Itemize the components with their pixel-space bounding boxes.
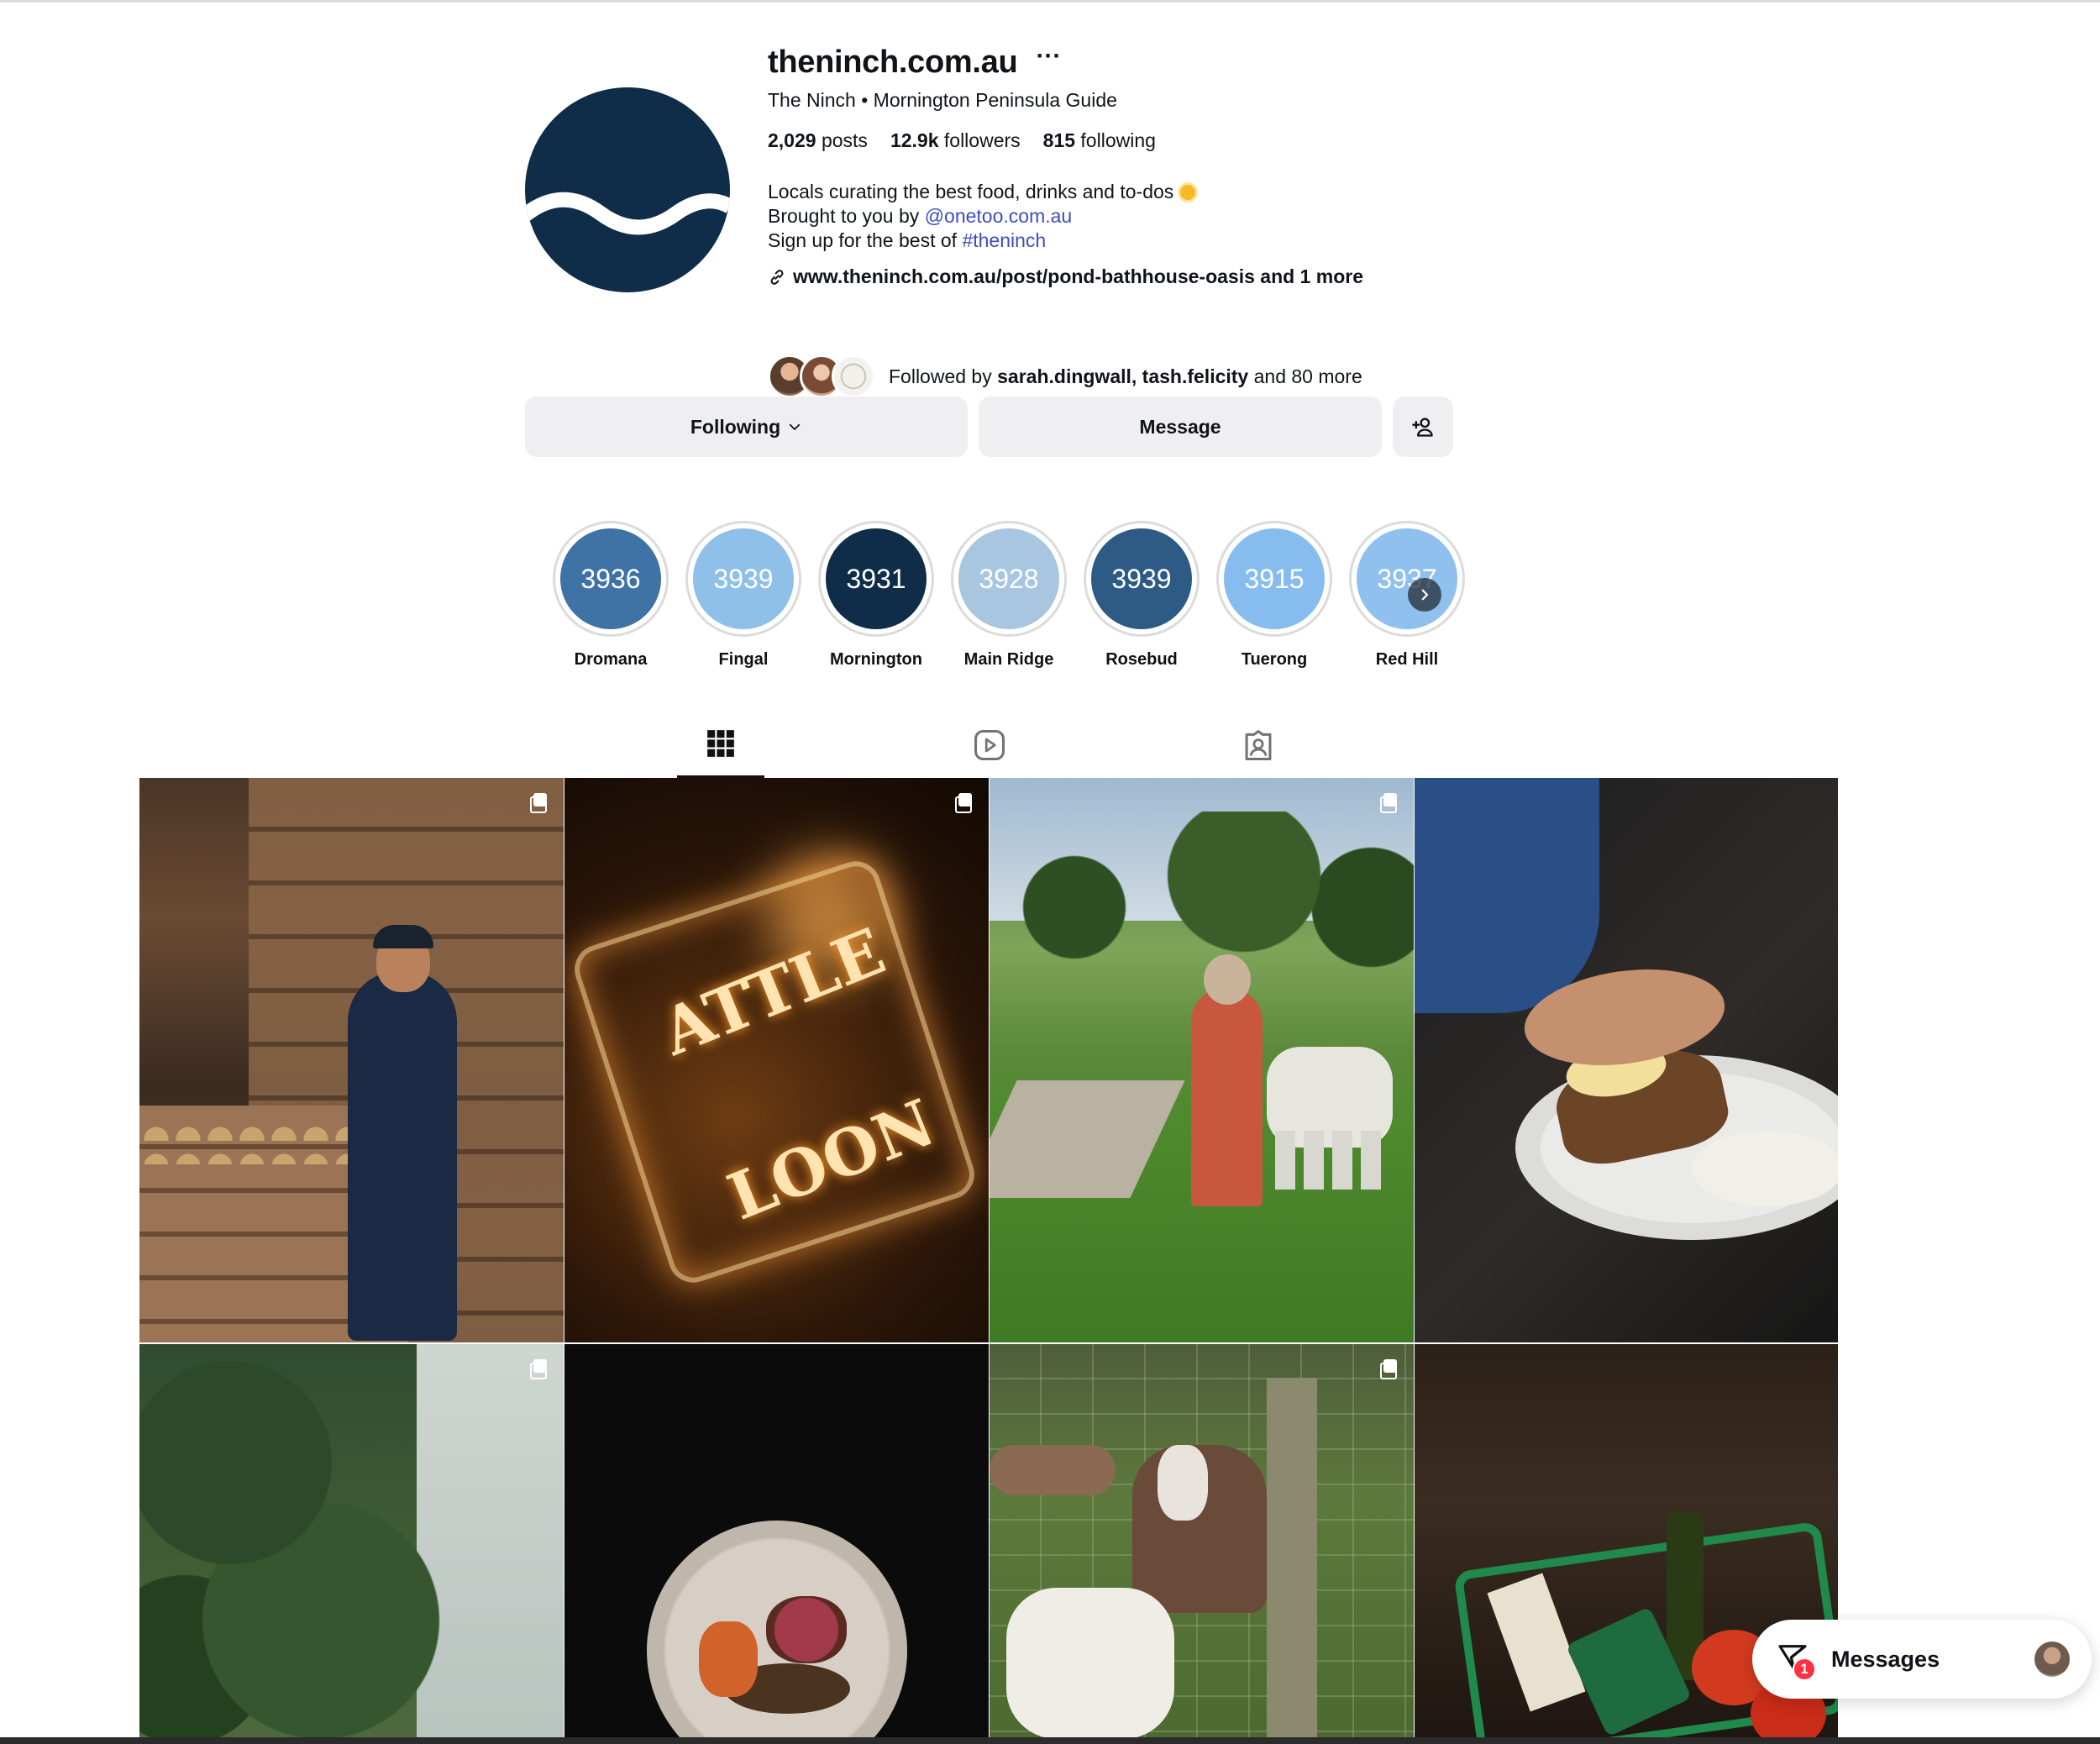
bio-line-3: Sign up for the best of [768, 229, 963, 251]
highlight-cover: 3939 [693, 528, 794, 629]
posts-grid: ATTLE LOON [139, 778, 1838, 1737]
window-top-border [0, 0, 2100, 3]
sun-emoji-icon [1180, 185, 1196, 200]
post-tile[interactable] [1415, 778, 1838, 1342]
link-icon [770, 269, 784, 285]
highlight-ring: 3937 [1349, 521, 1465, 637]
highlight-label: Tuerong [1241, 650, 1308, 669]
highlight-cover: 3931 [826, 528, 927, 629]
highlight-dromana[interactable]: 3936 Dromana [544, 521, 677, 670]
posts-count[interactable]: 2,029 posts [768, 129, 868, 152]
highlight-label: Fingal [718, 650, 769, 669]
highlight-mornington[interactable]: 3931 Mornington [810, 521, 942, 670]
window-bottom-edge [0, 1737, 2100, 1744]
highlight-ring: 3915 [1216, 521, 1332, 637]
highlight-cover: 3939 [1091, 528, 1192, 629]
username-row: theninch.com.au ··· [768, 42, 1524, 82]
suggest-user-button[interactable] [1393, 397, 1453, 457]
highlight-ring: 3936 [553, 521, 669, 637]
bio-line-2: Brought to you by [768, 205, 925, 227]
highlight-label: Mornington [830, 650, 922, 669]
carousel-icon [530, 793, 549, 813]
following-count[interactable]: 815 following [1043, 129, 1156, 152]
highlight-ring: 3928 [951, 521, 1067, 637]
highlight-cover: 3928 [958, 528, 1059, 629]
grid-icon [707, 730, 734, 757]
post-tile[interactable] [139, 1344, 564, 1737]
messages-button[interactable]: 1 Messages [1752, 1620, 2092, 1699]
reels-icon [974, 730, 1005, 760]
tab-posts[interactable] [677, 721, 764, 778]
message-button-label: Message [1139, 415, 1221, 438]
chevron-down-icon [790, 423, 801, 430]
highlight-rosebud[interactable]: 3939 Rosebud [1075, 521, 1208, 670]
following-button-label: Following [690, 415, 781, 438]
highlight-fingal[interactable]: 3939 Fingal [677, 521, 810, 670]
profile-full-name: The Ninch • Mornington Peninsula Guide [768, 89, 1117, 111]
carousel-icon [955, 793, 974, 813]
followed-by[interactable]: Followed by sarah.dingwall, tash.felicit… [768, 355, 1362, 398]
profile-avatar[interactable] [525, 87, 730, 292]
messenger-icon: 1 [1776, 1641, 1816, 1681]
add-user-icon [1412, 418, 1433, 437]
chevron-right-icon [1421, 589, 1429, 601]
bio-line-1: Locals curating the best food, drinks an… [768, 181, 1174, 202]
messages-label: Messages [1831, 1646, 1940, 1672]
follower-avatar [832, 355, 875, 398]
profile-bio: Locals curating the best food, drinks an… [768, 180, 1196, 253]
profile-username: theninch.com.au [768, 44, 1018, 80]
carousel-icon [530, 1359, 549, 1379]
highlight-label: Main Ridge [963, 650, 1054, 669]
tagged-icon [1245, 730, 1272, 760]
bio-hashtag-link[interactable]: #theninch [962, 229, 1046, 251]
post-tile[interactable] [564, 1344, 989, 1737]
highlight-label: Rosebud [1105, 650, 1178, 669]
post-tile[interactable] [990, 778, 1414, 1342]
wave-logo-icon [525, 192, 730, 235]
avatar [2034, 1642, 2070, 1677]
highlight-main-ridge[interactable]: 3928 Main Ridge [942, 521, 1075, 670]
profile-info: theninch.com.au ··· The Ninch • Morningt… [768, 42, 1524, 398]
profile-website-link[interactable]: www.theninch.com.au/post/pond-bathhouse-… [768, 265, 1363, 288]
highlight-label: Red Hill [1375, 650, 1439, 669]
website-link-text: www.theninch.com.au/post/pond-bathhouse-… [793, 265, 1363, 287]
carousel-icon [1380, 793, 1399, 813]
following-button[interactable]: Following [525, 397, 968, 457]
highlight-cover: 3937 [1357, 528, 1457, 629]
followed-by-text: Followed by sarah.dingwall, tash.felicit… [889, 365, 1362, 387]
unread-badge: 1 [1793, 1657, 1816, 1681]
highlight-red-hill[interactable]: 3937 Red Hill [1341, 521, 1473, 670]
carousel-icon [1380, 1359, 1399, 1379]
story-highlights: 3936 Dromana 3939 Fingal 3931 Mornington… [544, 521, 1473, 670]
more-options-icon[interactable]: ··· [1036, 44, 1061, 76]
message-button[interactable]: Message [979, 397, 1382, 457]
post-tile[interactable] [139, 778, 564, 1342]
post-tile[interactable]: ATTLE LOON [564, 778, 989, 1342]
highlights-next-button[interactable] [1408, 578, 1441, 612]
highlight-label: Dromana [574, 650, 648, 669]
post-tile[interactable] [990, 1344, 1414, 1737]
followers-count[interactable]: 12.9k followers [890, 129, 1021, 152]
highlight-cover: 3915 [1224, 528, 1325, 629]
tab-reels[interactable] [946, 721, 1033, 776]
highlight-cover: 3936 [560, 528, 661, 629]
highlight-ring: 3931 [818, 521, 934, 637]
profile-stats: 2,029 posts 12.9k followers 815 followin… [768, 129, 1179, 152]
highlight-tuerong[interactable]: 3915 Tuerong [1208, 521, 1341, 670]
highlight-ring: 3939 [1084, 521, 1200, 637]
bio-mention-link[interactable]: @onetoo.com.au [925, 205, 1073, 227]
tab-tagged[interactable] [1215, 721, 1302, 776]
profile-tabs [0, 721, 2100, 778]
highlight-ring: 3939 [685, 521, 801, 637]
